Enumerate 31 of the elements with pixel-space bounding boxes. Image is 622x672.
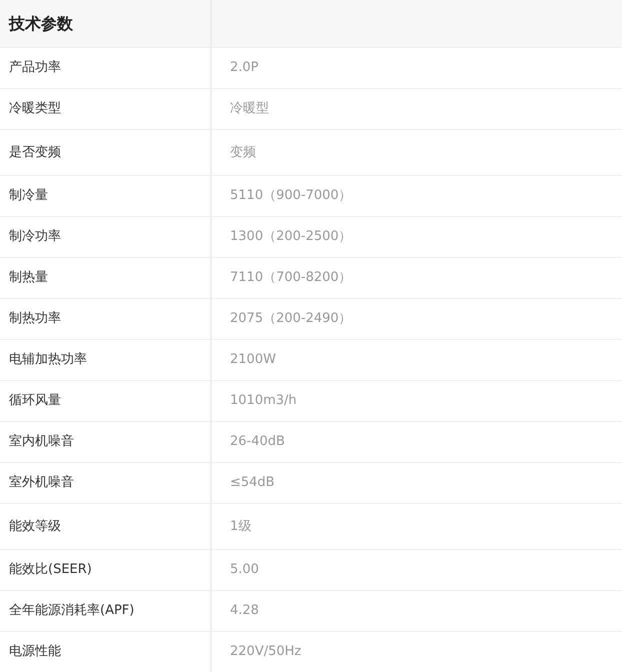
parameter-name: 全年能源消耗率(APF)	[9, 602, 134, 620]
parameter-value: 7110（700-8200）	[230, 269, 352, 288]
parameter-name: 制冷功率	[9, 228, 61, 246]
parameter-value: 2075（200-2490）	[230, 310, 352, 328]
parameter-value: 5.00	[230, 561, 259, 580]
parameter-value: 4.28	[230, 602, 259, 620]
parameter-value: ≤54dB	[230, 474, 275, 492]
parameter-name: 室内机噪音	[9, 433, 74, 452]
parameter-name: 制热量	[9, 269, 48, 288]
parameter-value: 变频	[230, 144, 256, 162]
parameter-value: 1级	[230, 518, 252, 536]
parameter-value: 5110（900-7000）	[230, 187, 352, 206]
parameter-value: 220V/50Hz	[230, 643, 302, 662]
section-title: 技术参数	[9, 12, 73, 34]
parameter-name: 是否变频	[9, 144, 61, 162]
parameter-value: 1010m3/h	[230, 392, 297, 410]
parameter-name: 能效比(SEER)	[9, 561, 92, 580]
parameter-value: 2100W	[230, 351, 276, 370]
parameter-value: 1300（200-2500）	[230, 228, 352, 246]
parameter-name: 电源性能	[9, 643, 61, 662]
parameter-name: 室外机噪音	[9, 474, 74, 492]
parameter-name: 制热功率	[9, 310, 61, 328]
parameter-name: 产品功率	[9, 59, 61, 78]
parameter-name: 电辅加热功率	[9, 351, 87, 370]
parameter-value: 2.0P	[230, 59, 259, 78]
parameter-value: 冷暖型	[230, 100, 269, 118]
parameter-value: 26-40dB	[230, 433, 285, 452]
parameter-name: 冷暖类型	[9, 100, 61, 118]
parameter-name: 循环风量	[9, 392, 61, 410]
parameter-name: 制冷量	[9, 187, 48, 206]
parameter-name: 能效等级	[9, 518, 61, 536]
